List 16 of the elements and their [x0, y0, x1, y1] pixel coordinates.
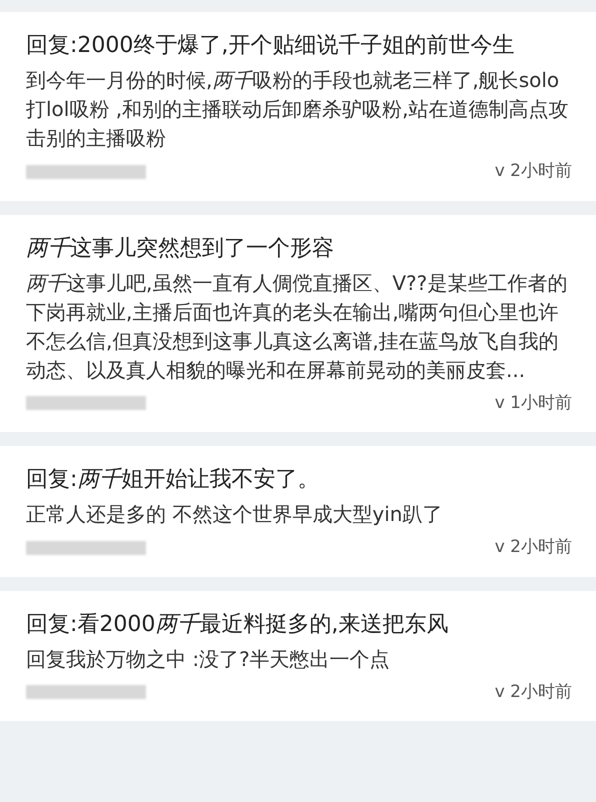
post-card[interactable]: 两千这事儿突然想到了一个形容 两千这事儿吧,虽然一直有人倜傥直播区、V??是某些工作者的下岗再就业,主播后面也许真的老头在输出,嘴两句但心里也许不怎么信,但真没想到这事儿真这么离谱,挂在蓝鸟放飞自我的动态、以及真人相貌的曝光和在屏幕前晃动的美丽皮套... v 1小时前: [0, 214, 596, 432]
post-card[interactable]: 回复:两千姐开始让我不安了。 正常人还是多的 不然这个世界早成大型yin趴了 v 2小时前: [0, 446, 596, 576]
post-card[interactable]: 回复:看2000两千最近料挺多的,来送把东风 回复我於万物之中 :没了?半天憋出一个点 v 2小时前: [0, 590, 596, 721]
post-card[interactable]: 回复:2000终于爆了,开个贴细说千子姐的前世今生 到今年一月份的时候,两千吸粉的手段也就老三样了,舰长solo打lol吸粉 ,和别的主播联动后卸磨杀驴吸粉,站在道德制高点攻击别的主播吸粉 v 2小时前: [0, 12, 596, 200]
post-time: v 2小时前: [494, 680, 572, 704]
post-title: 回复:2000终于爆了,开个贴细说千子姐的前世今生: [26, 32, 516, 60]
post-time: v 2小时前: [494, 536, 572, 559]
post-excerpt: 正常人还是多的 不然这个世界早成大型yin趴了: [26, 501, 444, 528]
post-title: 两千这事儿突然想到了一个形容: [26, 234, 335, 262]
post-excerpt: 两千这事儿吧,虽然一直有人倜傥直播区、V??是某些工作者的下岗再就业,主播后面也许真的老头在输出,嘴两句但心里也许不怎么信,但真没想到这事儿真这么离谱,挂在蓝鸟放飞自我的动态、以及真人相貌的曝光和在屏幕前晃动的美丽皮套...: [26, 270, 568, 384]
post-title: 回复:看2000两千最近料挺多的,来送把东风: [26, 610, 450, 638]
post-time: v 2小时前: [494, 160, 572, 183]
post-time: v 1小时前: [494, 392, 572, 414]
post-title: 回复:两千姐开始让我不安了。: [26, 466, 320, 494]
post-excerpt: 到今年一月份的时候,两千吸粉的手段也就老三样了,舰长solo打lol吸粉 ,和别的主播联动后卸磨杀驴吸粉,站在道德制高点攻击别的主播吸粉: [26, 67, 570, 152]
post-excerpt: 回复我於万物之中 :没了?半天憋出一个点: [26, 646, 391, 672]
